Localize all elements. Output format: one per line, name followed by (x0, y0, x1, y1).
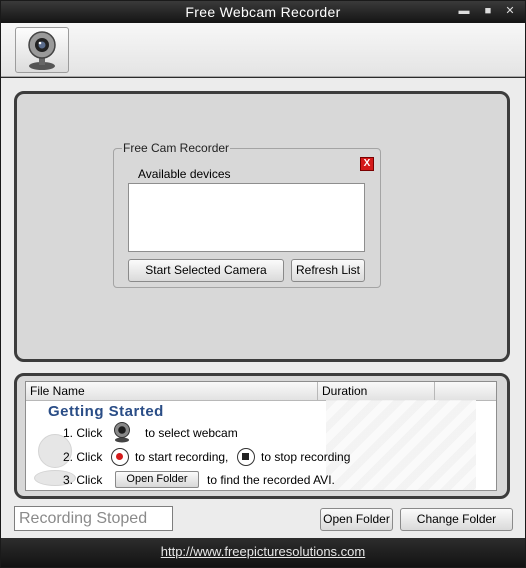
recorder-groupbox: Free Cam Recorder X Available devices St… (113, 141, 381, 288)
open-folder-button[interactable]: Open Folder (320, 508, 393, 531)
available-devices-label: Available devices (138, 167, 231, 181)
filmstrip-watermark (326, 400, 476, 490)
step2-suffix: to stop recording (261, 450, 351, 464)
step3-suffix: to find the recorded AVI. (207, 473, 335, 487)
recordings-list[interactable]: File Name Duration Getting Started 1. Cl… (25, 381, 497, 491)
column-duration[interactable]: Duration (322, 384, 367, 398)
window-title: Free Webcam Recorder (185, 4, 341, 20)
step1-suffix: to select webcam (145, 426, 238, 440)
column-file-name[interactable]: File Name (30, 384, 85, 398)
main-area: Free Cam Recorder X Available devices St… (1, 78, 525, 538)
title-bar[interactable]: Free Webcam Recorder ▬ ■ ✕ (1, 1, 525, 23)
step2-prefix: 2. Click (63, 450, 103, 464)
column-divider[interactable] (434, 382, 435, 401)
groupbox-title: Free Cam Recorder (122, 141, 231, 155)
webcam-icon (28, 31, 56, 70)
webcam-icon (114, 422, 130, 443)
step3-prefix: 3. Click (63, 473, 103, 487)
column-divider[interactable] (317, 382, 318, 401)
devices-listbox[interactable] (128, 183, 365, 252)
close-window-button[interactable]: ✕ (501, 3, 519, 19)
toolbar (1, 23, 525, 77)
select-webcam-button[interactable] (15, 27, 69, 73)
record-icon (111, 448, 129, 466)
refresh-list-button[interactable]: Refresh List (291, 259, 365, 282)
recording-status-field: Recording Stoped (14, 506, 173, 531)
change-folder-button[interactable]: Change Folder (400, 508, 513, 531)
footer-bar: http://www.freepicturesolutions.com (1, 538, 525, 567)
maximize-button[interactable]: ■ (479, 3, 497, 19)
recordings-panel: File Name Duration Getting Started 1. Cl… (14, 373, 510, 499)
camera-panel: Free Cam Recorder X Available devices St… (14, 91, 510, 362)
list-header: File Name Duration (26, 382, 496, 401)
step1-prefix: 1. Click (63, 426, 103, 440)
getting-started-title: Getting Started (48, 403, 164, 420)
app-window: Free Webcam Recorder ▬ ■ ✕ Free Cam Reco… (0, 0, 526, 568)
stop-icon (237, 448, 255, 466)
open-folder-hint-button[interactable]: Open Folder (115, 471, 199, 488)
step2-middle: to start recording, (135, 450, 229, 464)
minimize-button[interactable]: ▬ (455, 3, 473, 19)
close-group-button[interactable]: X (360, 157, 374, 171)
website-link[interactable]: http://www.freepicturesolutions.com (161, 544, 365, 559)
start-camera-button[interactable]: Start Selected Camera (128, 259, 284, 282)
